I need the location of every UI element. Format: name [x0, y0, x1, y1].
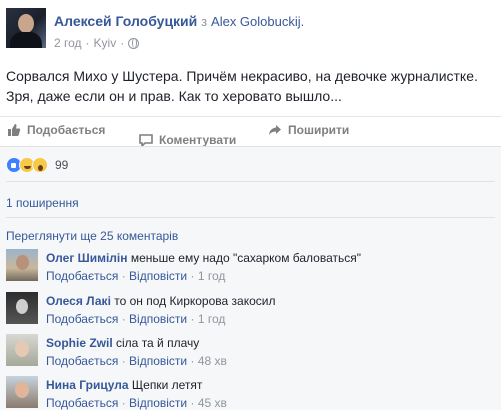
comment-like-link[interactable]: Подобається [46, 312, 118, 326]
meta-separator: · [120, 36, 125, 50]
like-label: Подобається [27, 123, 106, 137]
commenter-avatar[interactable] [6, 376, 38, 408]
share-label: Поширити [288, 123, 350, 137]
globe-icon[interactable] [128, 37, 140, 49]
divider [6, 217, 495, 218]
comment-time[interactable]: 48 хв [198, 354, 227, 368]
meta-separator: · [190, 269, 195, 283]
meta-separator: · [121, 269, 126, 283]
comment-item: Олеся Лакі то он под Киркорова закосил П… [6, 292, 496, 326]
meta-separator: · [190, 354, 195, 368]
post-location[interactable]: Kyiv [94, 36, 117, 50]
tagged-user-link[interactable]: Alex Golobuckij. [211, 14, 304, 29]
feedback-area: 99 1 поширення Переглянути ще 25 комента… [0, 146, 501, 410]
post-meta: 2 год · Kyiv · [54, 36, 140, 50]
comment-time[interactable]: 45 хв [198, 396, 227, 410]
comment-like-link[interactable]: Подобається [46, 396, 118, 410]
meta-separator: · [121, 312, 126, 326]
like-button[interactable]: Подобається [7, 123, 105, 137]
wow-reaction-icon [32, 157, 48, 173]
author-line: Алексей Голобуцкий з Alex Golobuckij. [54, 13, 304, 29]
commenter-avatar[interactable] [6, 249, 38, 281]
commenter-avatar[interactable] [6, 334, 38, 366]
comment-item: Нина Грицула Щепки летят Подобається · В… [6, 376, 496, 410]
commenter-name-link[interactable]: Олеся Лакі [46, 294, 111, 308]
comment-text: меньше ему надо "сахарком баловаться" [130, 251, 362, 265]
commenter-name-link[interactable]: Нина Грицула [46, 378, 129, 392]
share-arrow-icon [269, 125, 281, 135]
author-avatar[interactable] [6, 8, 46, 48]
with-word: з [201, 14, 208, 29]
meta-separator: · [85, 36, 90, 50]
commenter-avatar[interactable] [6, 292, 38, 324]
shares-link[interactable]: 1 поширення [6, 196, 79, 210]
comment-item: Sophie Zwil сіла та й плачу Подобається … [6, 334, 496, 368]
author-name-link[interactable]: Алексей Голобуцкий [54, 13, 197, 29]
commenter-name-link[interactable]: Sophie Zwil [46, 336, 113, 350]
comment-reply-link[interactable]: Відповісти [129, 396, 187, 410]
divider [6, 181, 495, 182]
comment-reply-link[interactable]: Відповісти [129, 269, 187, 283]
comment-time[interactable]: 1 год [198, 312, 226, 326]
comment-reply-link[interactable]: Відповісти [129, 354, 187, 368]
meta-separator: · [121, 396, 126, 410]
comment-like-link[interactable]: Подобається [46, 354, 118, 368]
comment-time[interactable]: 1 год [198, 269, 226, 283]
reactions-summary[interactable]: 99 [6, 156, 68, 174]
commenter-name-link[interactable]: Олег Шимілін [46, 251, 128, 265]
meta-separator: · [190, 312, 195, 326]
reaction-count[interactable]: 99 [55, 158, 68, 172]
thumbs-up-icon [8, 124, 21, 136]
meta-separator: · [121, 354, 126, 368]
comment-text: то он под Киркорова закосил [114, 294, 276, 308]
comment-reply-link[interactable]: Відповісти [129, 312, 187, 326]
comment-label: Коментувати [159, 133, 237, 147]
comment-like-link[interactable]: Подобається [46, 269, 118, 283]
post-actions: Подобається Коментувати Поширити [0, 116, 501, 147]
comment-icon [139, 134, 153, 147]
post-text: Сорвался Михо у Шустера. Причём некрасив… [6, 68, 478, 104]
view-more-comments-link[interactable]: Переглянути ще 25 коментарів [6, 229, 178, 243]
comment-item: Олег Шимілін меньше ему надо "сахарком б… [6, 249, 496, 283]
comment-text: Щепки летят [131, 378, 203, 392]
comment-text: сіла та й плачу [116, 336, 200, 350]
post-time[interactable]: 2 год [54, 36, 82, 50]
meta-separator: · [190, 396, 195, 410]
post-header: Алексей Голобуцкий з Alex Golobuckij. 2 … [6, 8, 496, 56]
share-button[interactable]: Поширити [268, 123, 349, 137]
